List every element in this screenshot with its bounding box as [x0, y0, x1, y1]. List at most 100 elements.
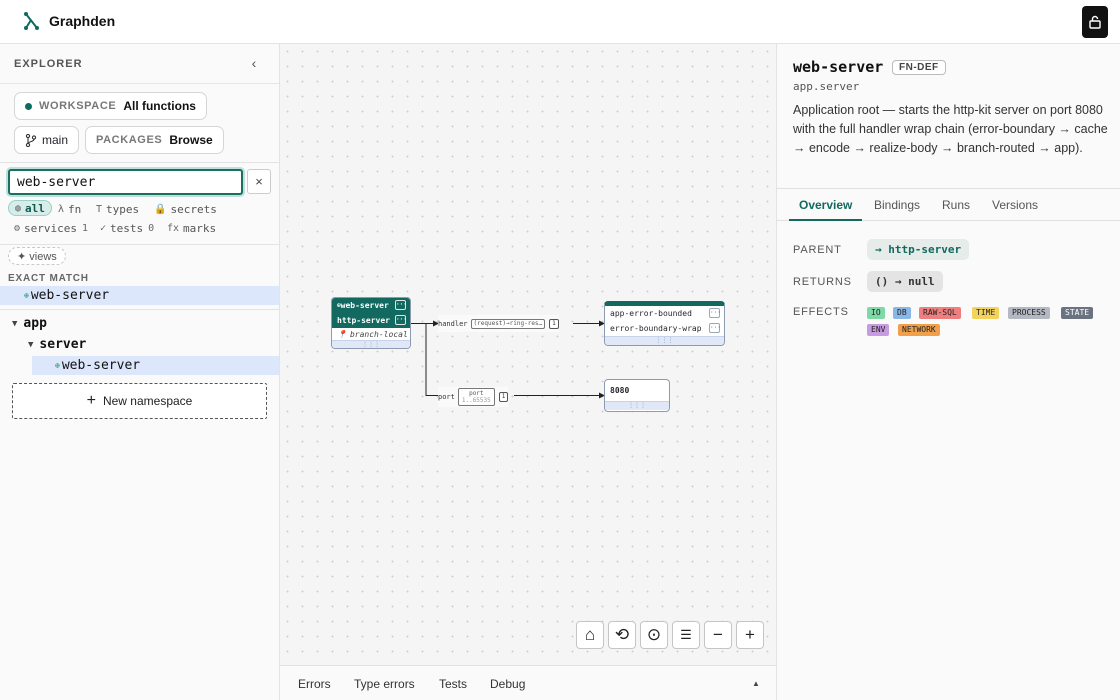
plus-icon: + — [745, 625, 755, 644]
more-icon[interactable]: ··· — [709, 323, 721, 333]
graph-edges — [411, 320, 605, 399]
node-row-web-server[interactable]: ⊕ web-server ··· — [332, 298, 410, 313]
more-icon[interactable]: ··· — [709, 308, 721, 318]
tree-namespace-app-label: app — [23, 316, 47, 331]
tab-errors[interactable]: Errors — [298, 677, 331, 691]
edge-label-port[interactable]: port port 1..65535 1 — [438, 387, 509, 407]
divider — [0, 309, 279, 310]
exact-match-item[interactable]: ⊕ web-server — [0, 286, 279, 305]
search-input[interactable] — [8, 169, 243, 195]
tree-namespace-server-label: server — [39, 337, 87, 352]
workspace-selector[interactable]: WORKSPACE All functions — [14, 92, 207, 120]
packages-browse-button[interactable]: PACKAGES Browse — [85, 126, 224, 154]
filter-marks[interactable]: fx marks — [167, 220, 216, 236]
filter-all-icon: ◍ — [15, 202, 22, 214]
new-namespace-label: New namespace — [102, 394, 193, 408]
edge-port-range: 1..65535 — [461, 397, 491, 404]
more-icon[interactable]: ··· — [395, 315, 407, 325]
tab-tests[interactable]: Tests — [439, 677, 467, 691]
effect-badge: TIME — [972, 307, 1000, 319]
filter-tests-count: 0 — [148, 222, 155, 234]
node-resize-handle[interactable]: ⋮⋮⋮ — [605, 401, 669, 410]
node-row-port-value[interactable]: 8080 — [605, 380, 669, 401]
effect-badge: STATE — [1061, 307, 1094, 319]
clear-search-button[interactable]: × — [247, 169, 271, 194]
graph-node-port-value[interactable]: 8080 ⋮⋮⋮ — [604, 379, 670, 412]
check-icon: ✓ — [100, 222, 107, 234]
center-button[interactable]: ⊙ — [640, 621, 668, 649]
tab-type-errors[interactable]: Type errors — [354, 677, 415, 691]
parent-link[interactable]: → http-server — [867, 239, 970, 260]
divider — [0, 244, 279, 245]
function-icon: ⊕ — [24, 291, 29, 300]
collapse-sidebar-button[interactable]: ‹ — [246, 55, 262, 71]
detail-panel: web-server FN-DEF app.server Application… — [777, 44, 1120, 700]
explorer-header: EXPLORER ‹ — [0, 44, 279, 84]
views-button[interactable]: ✦ views — [8, 247, 66, 265]
exact-match-item-label: web-server — [30, 288, 110, 303]
effect-badge: ENV — [867, 324, 890, 336]
new-namespace-button[interactable]: + New namespace — [12, 383, 267, 419]
edge-port — [425, 323, 438, 396]
graph-node-web-server[interactable]: ⊕ web-server ··· http-server ··· 📍 branc… — [331, 297, 411, 349]
detail-title: web-server — [793, 58, 884, 76]
explorer-sidebar: EXPLORER ‹ WORKSPACE All functions main … — [0, 44, 280, 700]
filter-fn[interactable]: λ fn — [58, 201, 81, 217]
more-icon[interactable]: ··· — [395, 300, 407, 310]
undo-icon: ⟲ — [614, 625, 630, 644]
chevron-up-icon: ▲ — [752, 679, 760, 688]
filter-tests[interactable]: ✓ tests 0 — [100, 220, 154, 236]
align-icon: ☰ — [680, 627, 692, 642]
packages-value: Browse — [169, 133, 213, 147]
node-row-http-server[interactable]: http-server ··· — [332, 313, 410, 328]
tree-namespace-server[interactable]: ▼ server — [28, 337, 86, 352]
reset-button[interactable]: ⟲ — [608, 621, 636, 649]
top-bar: Graphden — [0, 0, 1120, 44]
close-icon: × — [255, 174, 263, 189]
branch-selector[interactable]: main — [14, 126, 80, 154]
node-resize-handle[interactable]: ⋮⋮⋮ — [605, 336, 724, 345]
node-row-label: error-boundary-wrap — [610, 324, 702, 333]
tree-item-web-server-label: web-server — [61, 358, 141, 373]
node-dependency: http-server — [337, 316, 390, 325]
tab-bindings[interactable]: Bindings — [874, 198, 920, 212]
filter-fn-label: fn — [68, 202, 82, 216]
tab-debug[interactable]: Debug — [490, 677, 525, 691]
active-tab-indicator — [789, 219, 862, 221]
filter-types-label: types — [106, 202, 140, 216]
git-branch-icon — [25, 133, 37, 147]
minus-icon: − — [713, 625, 723, 644]
layout-button[interactable]: ☰ — [672, 621, 700, 649]
branch-name: main — [42, 133, 69, 147]
tab-runs[interactable]: Runs — [942, 198, 970, 212]
caret-down-icon: ▼ — [28, 339, 34, 350]
workspace-key: WORKSPACE — [39, 100, 117, 112]
node-port-value: 8080 — [610, 386, 630, 395]
edge-port-count: 1 — [498, 392, 509, 402]
filter-services-label: services — [24, 221, 78, 235]
expand-panel-button[interactable]: ▲ — [752, 679, 760, 688]
edge-handler-count: 1 — [549, 318, 559, 329]
filter-services[interactable]: ⚙ services 1 — [14, 220, 88, 236]
home-button[interactable]: ⌂ — [576, 621, 604, 649]
node-row-app-error-bounded[interactable]: app-error-bounded ··· — [605, 306, 724, 321]
detail-namespace: app.server — [793, 80, 860, 93]
unlock-button[interactable] — [1082, 6, 1108, 38]
tab-overview[interactable]: Overview — [799, 198, 852, 212]
kind-badge: FN-DEF — [892, 60, 946, 75]
filter-secrets[interactable]: 🔒 secrets — [154, 201, 217, 217]
edge-label-handler[interactable]: handler (request)→ring-res… 1 — [438, 315, 559, 332]
graph-node-wrap-chain[interactable]: app-error-bounded ··· error-boundary-wra… — [604, 301, 725, 346]
lambda-icon: λ — [58, 203, 65, 215]
zoom-in-button[interactable]: + — [736, 621, 764, 649]
node-resize-handle[interactable]: ⋮⋮⋮ — [332, 340, 410, 348]
tree-item-web-server[interactable]: ⊕ web-server — [32, 356, 279, 375]
effect-badge: IO — [867, 307, 885, 319]
graph-canvas[interactable]: ⊕ web-server ··· http-server ··· 📍 branc… — [280, 44, 777, 666]
zoom-out-button[interactable]: − — [704, 621, 732, 649]
tab-versions[interactable]: Versions — [992, 198, 1038, 212]
filter-types[interactable]: T types — [96, 201, 139, 217]
node-row-error-boundary-wrap[interactable]: error-boundary-wrap ··· — [605, 321, 724, 336]
tree-namespace-app[interactable]: ▼ app — [12, 316, 47, 331]
filter-all[interactable]: ◍ all — [8, 200, 52, 216]
